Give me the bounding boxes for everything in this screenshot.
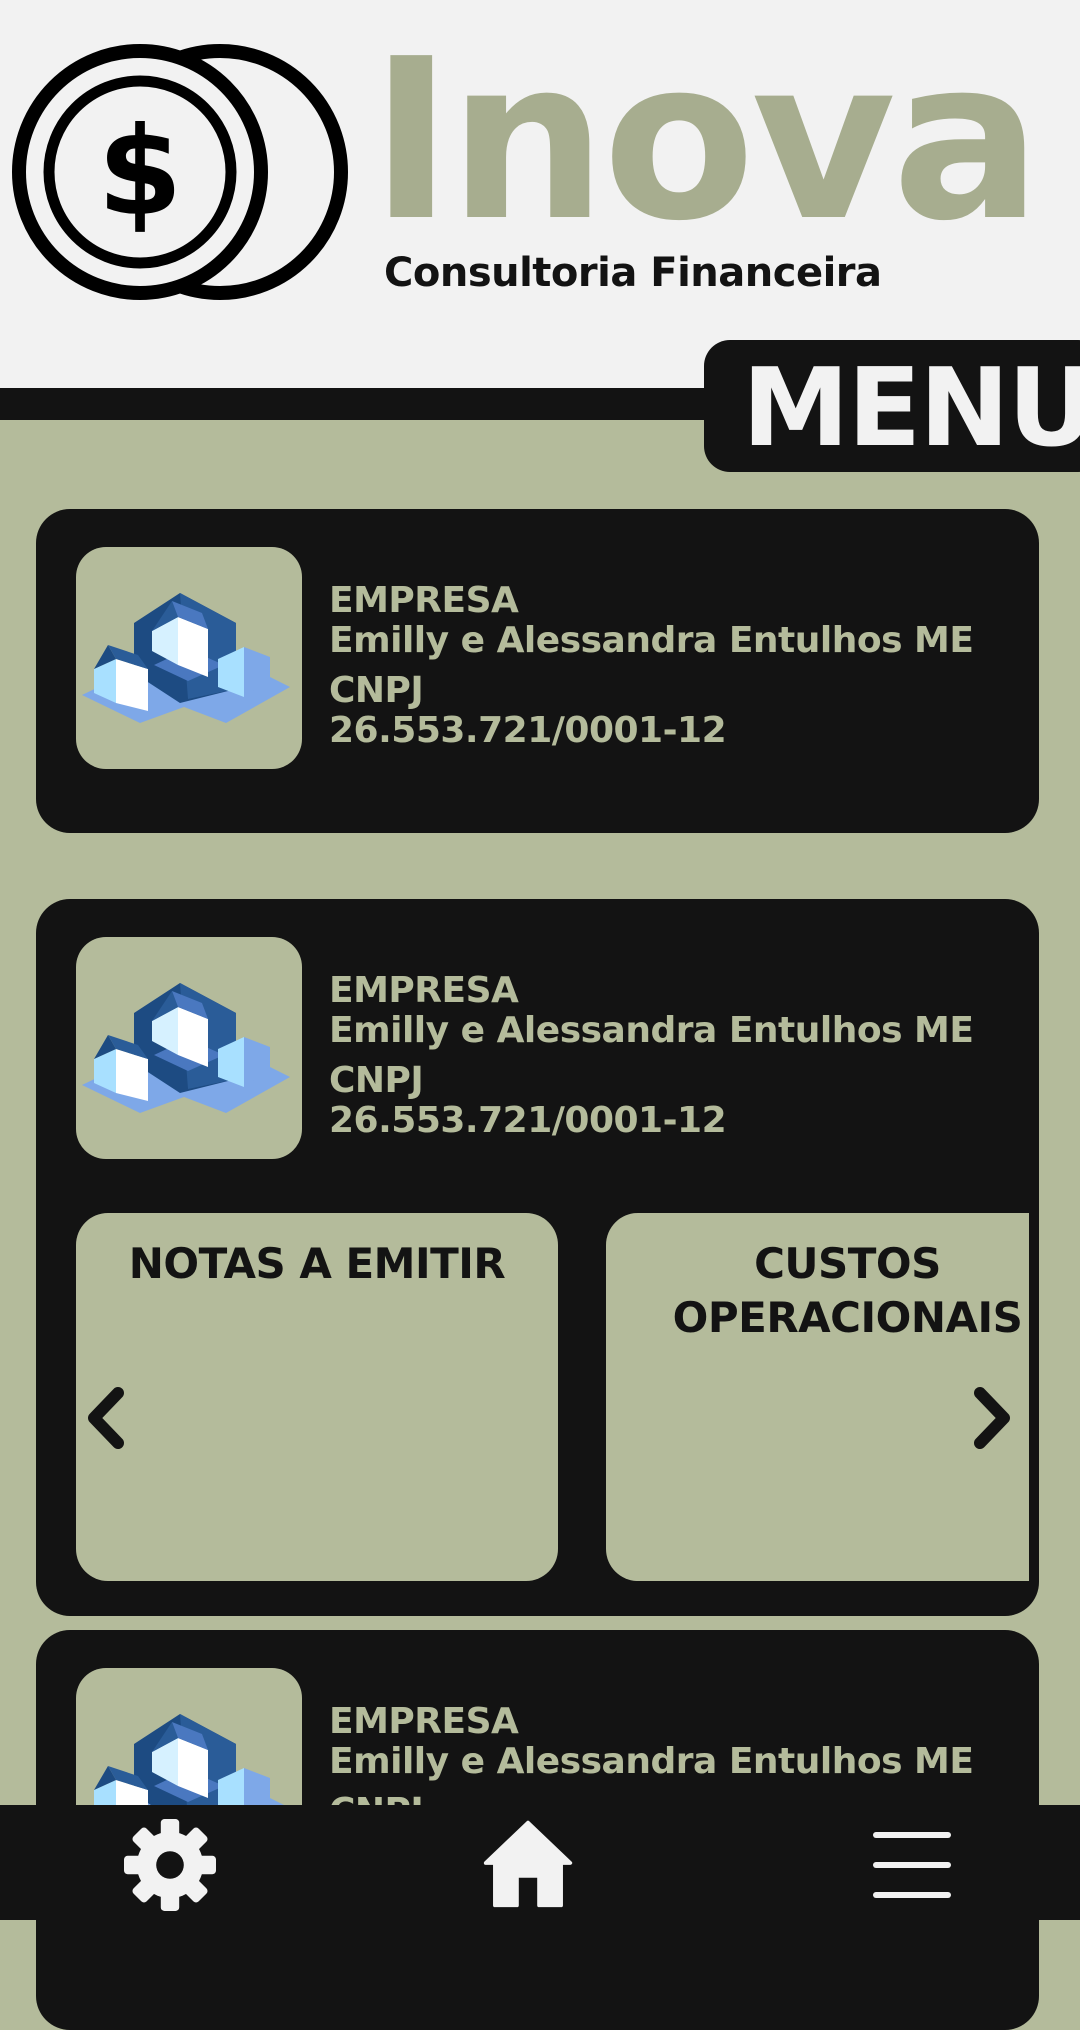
tile-custos-operacionais[interactable]: CUSTOS OPERACIONAIS [606, 1213, 1029, 1581]
dollar-coins-icon: $ [12, 44, 348, 300]
menu-label[interactable]: MENU [742, 352, 1080, 466]
home-icon[interactable] [482, 1815, 574, 1911]
company-name: Emilly e Alessandra Entulhos ME [329, 1010, 974, 1051]
houses-blocks-icon [82, 593, 290, 723]
brand-name: Inova [370, 12, 1042, 270]
company-info: EMPRESA Emilly e Alessandra Entulhos ME … [329, 581, 1029, 751]
tile-title: NOTAS A EMITIR [128, 1239, 506, 1288]
cnpj-label: CNPJ [329, 670, 424, 711]
company-label: EMPRESA [329, 580, 519, 621]
cnpj-label: CNPJ [329, 1060, 424, 1101]
company-label: EMPRESA [329, 1701, 519, 1742]
company-name: Emilly e Alessandra Entulhos ME [329, 1741, 974, 1782]
cnpj-value: 26.553.721/0001-12 [329, 1100, 727, 1141]
chevron-left-icon[interactable] [82, 1383, 132, 1453]
bottom-nav [0, 1805, 1080, 1920]
company-label: EMPRESA [329, 970, 519, 1011]
svg-text:$: $ [98, 101, 183, 243]
tile-notas-a-emitir[interactable]: NOTAS A EMITIR [76, 1213, 558, 1581]
brand-tagline: Consultoria Financeira [384, 250, 882, 296]
company-name: Emilly e Alessandra Entulhos ME [329, 620, 974, 661]
tile-title: CUSTOS OPERACIONAIS [672, 1239, 1023, 1342]
gear-icon[interactable] [124, 1819, 216, 1911]
company-logo [76, 937, 302, 1159]
company-card[interactable]: EMPRESA Emilly e Alessandra Entulhos ME … [36, 509, 1039, 833]
app-header: $ Inova Consultoria Financeira [0, 0, 1080, 388]
company-info: EMPRESA Emilly e Alessandra Entulhos ME … [329, 971, 1029, 1141]
hamburger-menu-icon[interactable] [872, 1827, 952, 1903]
chevron-right-icon[interactable] [966, 1383, 1016, 1453]
company-logo [76, 547, 302, 769]
cnpj-value: 26.553.721/0001-12 [329, 710, 727, 751]
houses-blocks-icon [82, 983, 290, 1113]
